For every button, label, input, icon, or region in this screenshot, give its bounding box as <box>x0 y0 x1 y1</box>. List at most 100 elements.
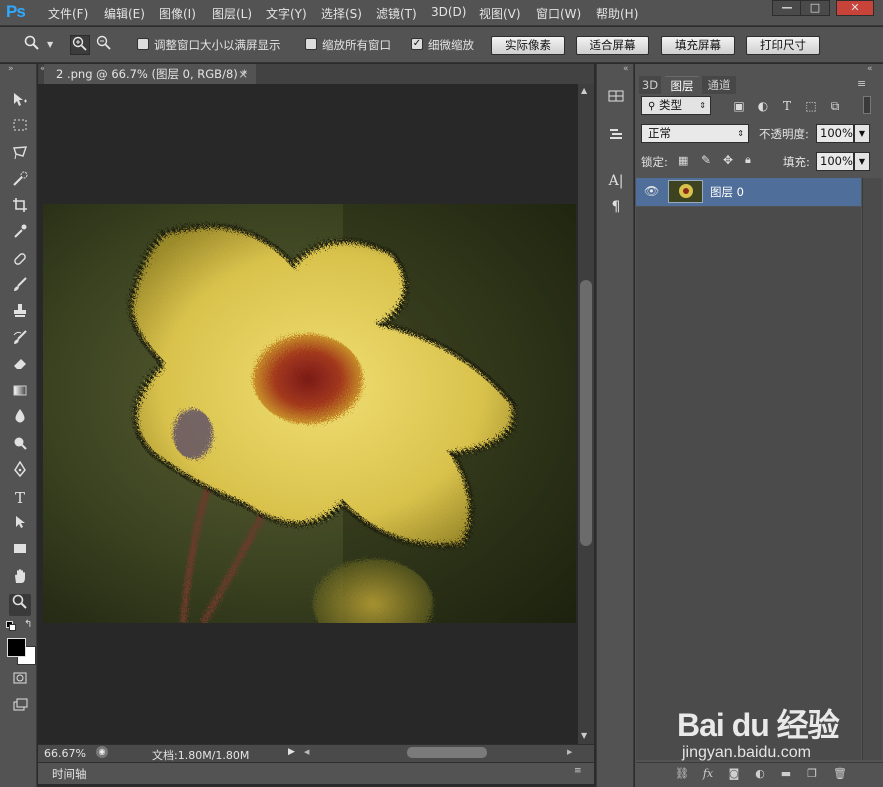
panel-expand-icon[interactable]: « <box>867 64 873 74</box>
navigator-panel-icon[interactable] <box>605 88 627 110</box>
layer-thumbnail[interactable] <box>668 180 703 203</box>
lock-pixels-icon[interactable]: ✎ <box>701 153 711 167</box>
healing-brush-tool-icon[interactable] <box>9 250 31 272</box>
layer-name[interactable]: 图层 0 <box>710 184 744 200</box>
timeline-tab[interactable]: 时间轴 <box>52 766 87 782</box>
blend-mode-arrow-icon: ⇕ <box>737 129 744 138</box>
vertical-scroll-thumb[interactable] <box>580 280 592 546</box>
marquee-tool-icon[interactable] <box>9 117 31 139</box>
menu-filter[interactable]: 滤镜(T) <box>376 5 417 22</box>
zoom-level[interactable]: 66.67% <box>44 747 86 760</box>
menu-type[interactable]: 文字(Y) <box>266 5 307 22</box>
opacity-dropdown-arrow-icon[interactable]: ▼ <box>854 124 870 143</box>
zoom-tool-preset-icon[interactable] <box>22 35 42 55</box>
move-tool-icon[interactable] <box>9 91 31 113</box>
pen-tool-icon[interactable] <box>9 460 31 483</box>
filter-pixel-icon[interactable]: ▣ <box>731 98 747 114</box>
filter-type-icon[interactable]: T <box>779 98 795 114</box>
tab-3d[interactable]: 3D <box>639 76 661 94</box>
scroll-down-arrow-icon[interactable]: ▼ <box>581 731 587 740</box>
opacity-input[interactable]: 100% <box>816 124 854 143</box>
resize-windows-checkbox[interactable] <box>137 38 149 50</box>
swap-colors-icon[interactable]: ↰ <box>24 619 32 630</box>
print-size-button[interactable]: 打印尺寸 <box>746 36 820 55</box>
crop-tool-icon[interactable] <box>9 197 31 219</box>
layers-scrollbar[interactable] <box>862 178 882 760</box>
fill-dropdown-arrow-icon[interactable]: ▼ <box>854 152 870 171</box>
filter-adjustment-icon[interactable]: ◐ <box>755 98 771 114</box>
brush-tool-icon[interactable] <box>9 276 31 298</box>
blur-tool-icon[interactable] <box>9 408 31 430</box>
zoom-out-icon[interactable] <box>94 35 114 55</box>
scroll-up-arrow-icon[interactable]: ▲ <box>581 86 587 95</box>
lock-position-icon[interactable]: ✥ <box>723 153 733 167</box>
fill-screen-button[interactable]: 填充屏幕 <box>661 36 735 55</box>
scrubby-zoom-checkbox[interactable]: ✓ <box>411 38 423 50</box>
menu-layer[interactable]: 图层(L) <box>212 5 252 22</box>
hand-tool-icon[interactable] <box>9 568 31 590</box>
lock-all-icon[interactable]: 🔒︎ <box>745 153 751 167</box>
character-panel-icon[interactable]: A| <box>605 170 627 192</box>
filter-shape-icon[interactable]: ⬚ <box>803 98 819 114</box>
menu-image[interactable]: 图像(I) <box>159 5 196 22</box>
filter-kind-select[interactable]: ⚲ 类型 ⇕ <box>641 96 711 115</box>
path-selection-tool-icon[interactable] <box>9 514 31 536</box>
menu-3d[interactable]: 3D(D) <box>431 5 466 19</box>
zoom-tool-icon[interactable] <box>9 594 31 616</box>
panel-menu-icon[interactable]: ≡ <box>857 77 866 90</box>
scroll-left-arrow-icon[interactable]: ◀ <box>304 748 309 756</box>
foreground-color-swatch[interactable] <box>7 638 26 657</box>
document-tab[interactable]: 2 .png @ 66.7% (图层 0, RGB/8) * × <box>44 64 256 84</box>
menu-edit[interactable]: 编辑(E) <box>104 5 145 22</box>
close-button[interactable]: ✕ <box>836 0 874 16</box>
collapse-panel-icon[interactable]: » <box>8 64 14 74</box>
menu-help[interactable]: 帮助(H) <box>596 5 638 22</box>
quick-selection-tool-icon[interactable] <box>9 170 31 192</box>
scrubby-zoom-label: 细微缩放 <box>428 38 474 52</box>
minimize-button[interactable]: — <box>772 0 802 16</box>
gradient-tool-icon[interactable] <box>9 382 31 404</box>
menu-bar: Ps 文件(F) 编辑(E) 图像(I) 图层(L) 文字(Y) 选择(S) 滤… <box>0 0 883 26</box>
filter-smart-object-icon[interactable]: ⧉ <box>827 98 843 114</box>
lock-label: 锁定: <box>641 155 668 169</box>
layer-visibility-eye-icon[interactable]: 👁︎ <box>644 184 659 198</box>
timeline-menu-icon[interactable]: ≡ <box>574 766 582 776</box>
paragraph-panel-icon[interactable]: ¶ <box>605 196 627 218</box>
zoom-in-icon[interactable] <box>70 35 90 55</box>
tab-channels[interactable]: 通道 <box>702 76 736 94</box>
status-menu-arrow-icon[interactable]: ▶ <box>288 747 295 757</box>
blend-mode-select[interactable]: 正常 ⇕ <box>641 124 749 143</box>
filter-toggle-switch[interactable] <box>863 96 871 114</box>
dodge-tool-icon[interactable] <box>9 435 31 457</box>
lock-transparent-icon[interactable]: ▦ <box>678 154 688 167</box>
tab-close-icon[interactable]: × <box>238 64 248 84</box>
menu-view[interactable]: 视图(V) <box>479 5 521 22</box>
scroll-right-arrow-icon[interactable]: ▶ <box>567 748 572 756</box>
eyedropper-tool-icon[interactable] <box>9 223 31 245</box>
status-info-icon[interactable]: ◉ <box>96 746 108 758</box>
clone-stamp-tool-icon[interactable] <box>9 302 31 324</box>
maximize-button[interactable]: □ <box>800 0 830 16</box>
type-tool-icon[interactable]: T <box>9 487 31 509</box>
menu-file[interactable]: 文件(F) <box>48 5 88 22</box>
horizontal-scroll-thumb[interactable] <box>407 747 487 758</box>
preset-dropdown-arrow-icon[interactable]: ▼ <box>47 40 53 49</box>
tab-layers[interactable]: 图层 <box>665 76 699 94</box>
fill-input[interactable]: 100% <box>816 152 854 171</box>
menu-select[interactable]: 选择(S) <box>321 5 362 22</box>
menu-window[interactable]: 窗口(W) <box>536 5 581 22</box>
rectangle-tool-icon[interactable] <box>9 540 31 562</box>
quick-mask-icon[interactable] <box>9 670 31 692</box>
actual-pixels-button[interactable]: 实际像素 <box>491 36 565 55</box>
layers-list-area[interactable] <box>636 207 861 760</box>
canvas-image[interactable] <box>43 204 576 623</box>
eraser-tool-icon[interactable] <box>9 355 31 377</box>
lasso-tool-icon[interactable] <box>9 144 31 166</box>
histogram-panel-icon[interactable] <box>605 126 627 148</box>
fit-screen-button[interactable]: 适合屏幕 <box>576 36 649 55</box>
zoom-all-windows-checkbox[interactable] <box>305 38 317 50</box>
default-colors-icon[interactable] <box>6 621 16 631</box>
screen-mode-icon[interactable] <box>9 697 31 719</box>
dock-expand-icon[interactable]: « <box>623 64 629 74</box>
history-brush-tool-icon[interactable] <box>9 329 31 351</box>
